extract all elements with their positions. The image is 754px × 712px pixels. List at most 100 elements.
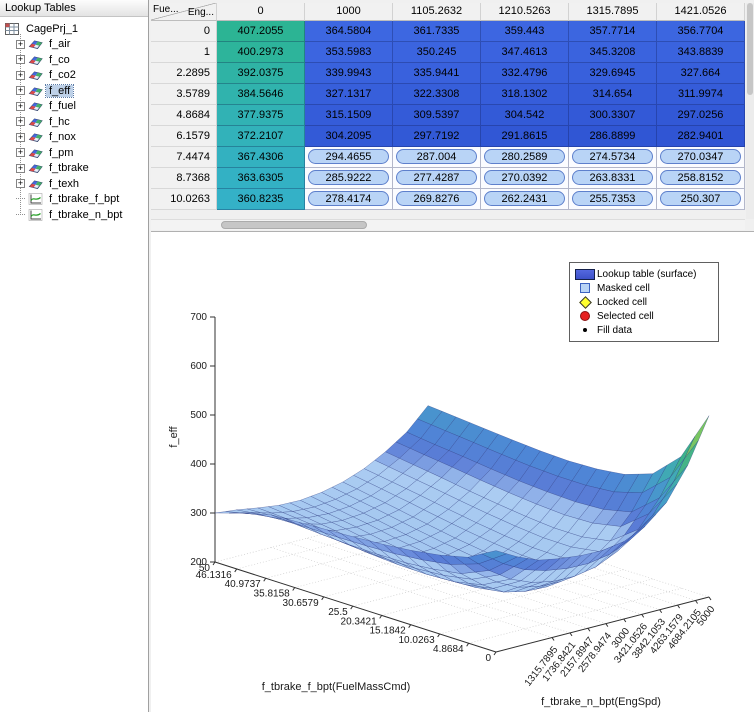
- table-cell[interactable]: 269.8276: [393, 189, 481, 210]
- tree-item-f_nox[interactable]: + f_nox: [3, 130, 148, 146]
- table-cell[interactable]: 297.0256: [657, 105, 745, 126]
- row-header[interactable]: 10.0263: [151, 189, 217, 210]
- tree-item-f_eff[interactable]: + f_eff: [3, 83, 148, 99]
- table-cell[interactable]: 262.2431: [481, 189, 569, 210]
- table-cell[interactable]: 314.654: [569, 84, 657, 105]
- tree-item-f_co2[interactable]: + f_co2: [3, 68, 148, 84]
- table-cell[interactable]: 384.5646: [217, 84, 305, 105]
- tree-item-f_tbrake_f_bpt[interactable]: f_tbrake_f_bpt: [3, 192, 148, 208]
- column-header[interactable]: 1105.2632: [393, 3, 481, 21]
- table-cell[interactable]: 359.443: [481, 21, 569, 42]
- vertical-scrollbar-thumb[interactable]: [747, 3, 753, 95]
- table-cell[interactable]: 270.0347: [657, 147, 745, 168]
- row-header[interactable]: 1: [151, 42, 217, 63]
- tree-item-f_texh[interactable]: + f_texh: [3, 176, 148, 192]
- table-cell[interactable]: 400.2973: [217, 42, 305, 63]
- table-cell[interactable]: 360.8235: [217, 189, 305, 210]
- table-cell[interactable]: 250.307: [657, 189, 745, 210]
- row-header[interactable]: 3.5789: [151, 84, 217, 105]
- column-header[interactable]: 1000: [305, 3, 393, 21]
- column-header[interactable]: 1210.5263: [481, 3, 569, 21]
- table-cell[interactable]: 294.4655: [305, 147, 393, 168]
- expand-plus-icon[interactable]: +: [16, 86, 25, 96]
- row-header[interactable]: 7.4474: [151, 147, 217, 168]
- expand-plus-icon[interactable]: +: [16, 55, 25, 65]
- table-cell[interactable]: 300.3307: [569, 105, 657, 126]
- table-cell[interactable]: 364.5804: [305, 21, 393, 42]
- row-header[interactable]: 8.7368: [151, 168, 217, 189]
- tree-root-project[interactable]: CagePrj_1: [3, 21, 148, 37]
- expand-plus-icon[interactable]: +: [16, 117, 25, 127]
- table-cell[interactable]: 263.8331: [569, 168, 657, 189]
- table-cell[interactable]: 322.3308: [393, 84, 481, 105]
- table-cell[interactable]: 278.4174: [305, 189, 393, 210]
- surface-icon: [573, 268, 597, 280]
- corner-col-axis-label: Eng...: [187, 7, 214, 18]
- row-header[interactable]: 2.2895: [151, 63, 217, 84]
- expand-plus-icon[interactable]: +: [16, 39, 25, 49]
- table-cell[interactable]: 291.8615: [481, 126, 569, 147]
- expand-plus-icon[interactable]: +: [16, 101, 25, 111]
- expand-plus-icon[interactable]: +: [16, 179, 25, 189]
- table-cell[interactable]: 356.7704: [657, 21, 745, 42]
- table-cell[interactable]: 270.0392: [481, 168, 569, 189]
- row-header[interactable]: 6.1579: [151, 126, 217, 147]
- table-cell[interactable]: 363.6305: [217, 168, 305, 189]
- table-cell[interactable]: 367.4306: [217, 147, 305, 168]
- table-cell[interactable]: 285.9222: [305, 168, 393, 189]
- table-cell[interactable]: 339.9943: [305, 63, 393, 84]
- column-header[interactable]: 1315.7895: [569, 3, 657, 21]
- table-cell[interactable]: 361.7335: [393, 21, 481, 42]
- table-cell[interactable]: 315.1509: [305, 105, 393, 126]
- tree-item-f_tbrake[interactable]: + f_tbrake: [3, 161, 148, 177]
- table-cell[interactable]: 287.004: [393, 147, 481, 168]
- table-cell[interactable]: 335.9441: [393, 63, 481, 84]
- table-cell[interactable]: 255.7353: [569, 189, 657, 210]
- table-cell[interactable]: 258.8152: [657, 168, 745, 189]
- table-cell[interactable]: 309.5397: [393, 105, 481, 126]
- table-cell[interactable]: 280.2589: [481, 147, 569, 168]
- table-cell[interactable]: 282.9401: [657, 126, 745, 147]
- table-cell[interactable]: 347.4613: [481, 42, 569, 63]
- expand-plus-icon[interactable]: +: [16, 70, 25, 80]
- expand-plus-icon[interactable]: +: [16, 148, 25, 158]
- tree-item-f_hc[interactable]: + f_hc: [3, 114, 148, 130]
- table-cell[interactable]: 311.9974: [657, 84, 745, 105]
- table-cell[interactable]: 304.2095: [305, 126, 393, 147]
- lookup-table-pane: Fue... Eng... 0 1000 1105.2632 1210.5263 131…: [151, 0, 754, 231]
- table-cell[interactable]: 353.5983: [305, 42, 393, 63]
- table-cell[interactable]: 392.0375: [217, 63, 305, 84]
- column-header[interactable]: 0: [217, 3, 305, 21]
- table-cell[interactable]: 327.664: [657, 63, 745, 84]
- table-cell[interactable]: 304.542: [481, 105, 569, 126]
- column-header[interactable]: 1421.0526: [657, 3, 745, 21]
- expand-plus-icon[interactable]: +: [16, 132, 25, 142]
- tree-item-f_fuel[interactable]: + f_fuel: [3, 99, 148, 115]
- table-cell[interactable]: 286.8899: [569, 126, 657, 147]
- table-cell[interactable]: 318.1302: [481, 84, 569, 105]
- surface-plot-pane[interactable]: 200 300 400 500 600 700 50 46.1316 40.9737 35.815…: [151, 231, 754, 712]
- table-cell[interactable]: 329.6945: [569, 63, 657, 84]
- horizontal-scrollbar[interactable]: [151, 219, 745, 230]
- table-cell[interactable]: 297.7192: [393, 126, 481, 147]
- table-cell[interactable]: 277.4287: [393, 168, 481, 189]
- table-cell[interactable]: 377.9375: [217, 105, 305, 126]
- horizontal-scrollbar-thumb[interactable]: [221, 221, 367, 229]
- row-header[interactable]: 4.8684: [151, 105, 217, 126]
- table-cell[interactable]: 350.245: [393, 42, 481, 63]
- table-cell[interactable]: 372.2107: [217, 126, 305, 147]
- expand-plus-icon[interactable]: +: [16, 163, 25, 173]
- tree-item-f_pm[interactable]: + f_pm: [3, 145, 148, 161]
- tree-item-f_co[interactable]: + f_co: [3, 52, 148, 68]
- table-cell[interactable]: 327.1317: [305, 84, 393, 105]
- table-cell[interactable]: 345.3208: [569, 42, 657, 63]
- table-cell[interactable]: 357.7714: [569, 21, 657, 42]
- table-cell[interactable]: 407.2055: [217, 21, 305, 42]
- vertical-scrollbar[interactable]: [746, 3, 754, 219]
- row-header[interactable]: 0: [151, 21, 217, 42]
- tree-item-f_tbrake_n_bpt[interactable]: f_tbrake_n_bpt: [3, 207, 148, 223]
- table-cell[interactable]: 332.4796: [481, 63, 569, 84]
- table-cell[interactable]: 274.5734: [569, 147, 657, 168]
- table-cell[interactable]: 343.8839: [657, 42, 745, 63]
- tree-item-f_air[interactable]: + f_air: [3, 37, 148, 53]
